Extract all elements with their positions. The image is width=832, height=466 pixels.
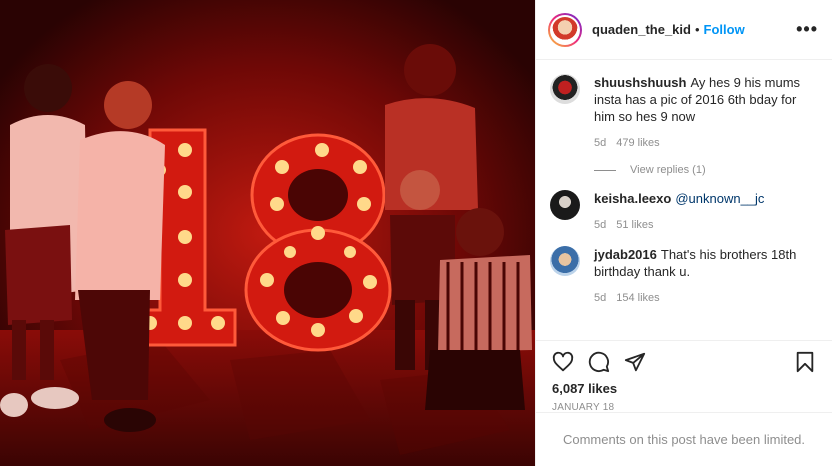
post-actions: 6,087 likes JANUARY 18 [536, 340, 832, 413]
comment-meta: 5d 51 likes [594, 217, 764, 234]
comment: jydab2016 That's his brothers 18th birthd… [550, 246, 818, 307]
comment-likes[interactable]: 479 likes [616, 137, 659, 149]
comment-meta: 5d 154 likes [594, 290, 818, 307]
comment-username[interactable]: shuushshuush [594, 75, 686, 90]
instagram-post: quaden_the_kid • Follow ••• shuushshuush… [0, 0, 832, 466]
action-icons [552, 349, 816, 375]
separator-dot: • [694, 22, 700, 37]
author-avatar-image [552, 16, 578, 43]
comment-likes[interactable]: 51 likes [616, 219, 653, 231]
comment-likes[interactable]: 154 likes [616, 292, 659, 304]
comment-age[interactable]: 5d [594, 292, 606, 304]
author-username[interactable]: quaden_the_kid [592, 22, 691, 37]
likes-count[interactable]: 6,087 likes [552, 381, 816, 396]
commenter-avatar[interactable] [550, 74, 580, 104]
comment: keisha.leexo @unknown__jc 5d 51 likes [550, 190, 818, 234]
replies-divider [594, 169, 616, 171]
comment-meta: 5d 479 likes [594, 135, 818, 152]
comment-age[interactable]: 5d [594, 137, 606, 149]
view-replies-button[interactable]: View replies (1) [594, 164, 818, 176]
commenter-avatar[interactable] [550, 246, 580, 276]
follow-button[interactable]: Follow [704, 22, 745, 37]
more-options-icon[interactable]: ••• [796, 19, 818, 40]
comment: shuushshuush Ay hes 9 his mums insta has … [550, 74, 818, 152]
comment-mention[interactable]: @unknown__jc [675, 191, 764, 206]
comments-list: shuushshuush Ay hes 9 his mums insta has … [536, 60, 832, 340]
view-replies-label[interactable]: View replies (1) [630, 164, 706, 176]
commenter-avatar[interactable] [550, 190, 580, 220]
comment-age[interactable]: 5d [594, 219, 606, 231]
comment-icon[interactable] [588, 351, 610, 373]
post-photo[interactable] [0, 0, 535, 466]
comment-username[interactable]: keisha.leexo [594, 191, 671, 206]
share-icon[interactable] [624, 351, 646, 373]
post-header: quaden_the_kid • Follow ••• [536, 0, 832, 60]
post-sidebar: quaden_the_kid • Follow ••• shuushshuush… [535, 0, 832, 466]
bookmark-icon[interactable] [794, 351, 816, 373]
photo-illustration [0, 0, 535, 466]
comment-username[interactable]: jydab2016 [594, 247, 657, 262]
comments-limited-notice: Comments on this post have been limited. [536, 412, 832, 466]
author-avatar[interactable] [548, 12, 582, 47]
heart-icon[interactable] [552, 351, 574, 373]
